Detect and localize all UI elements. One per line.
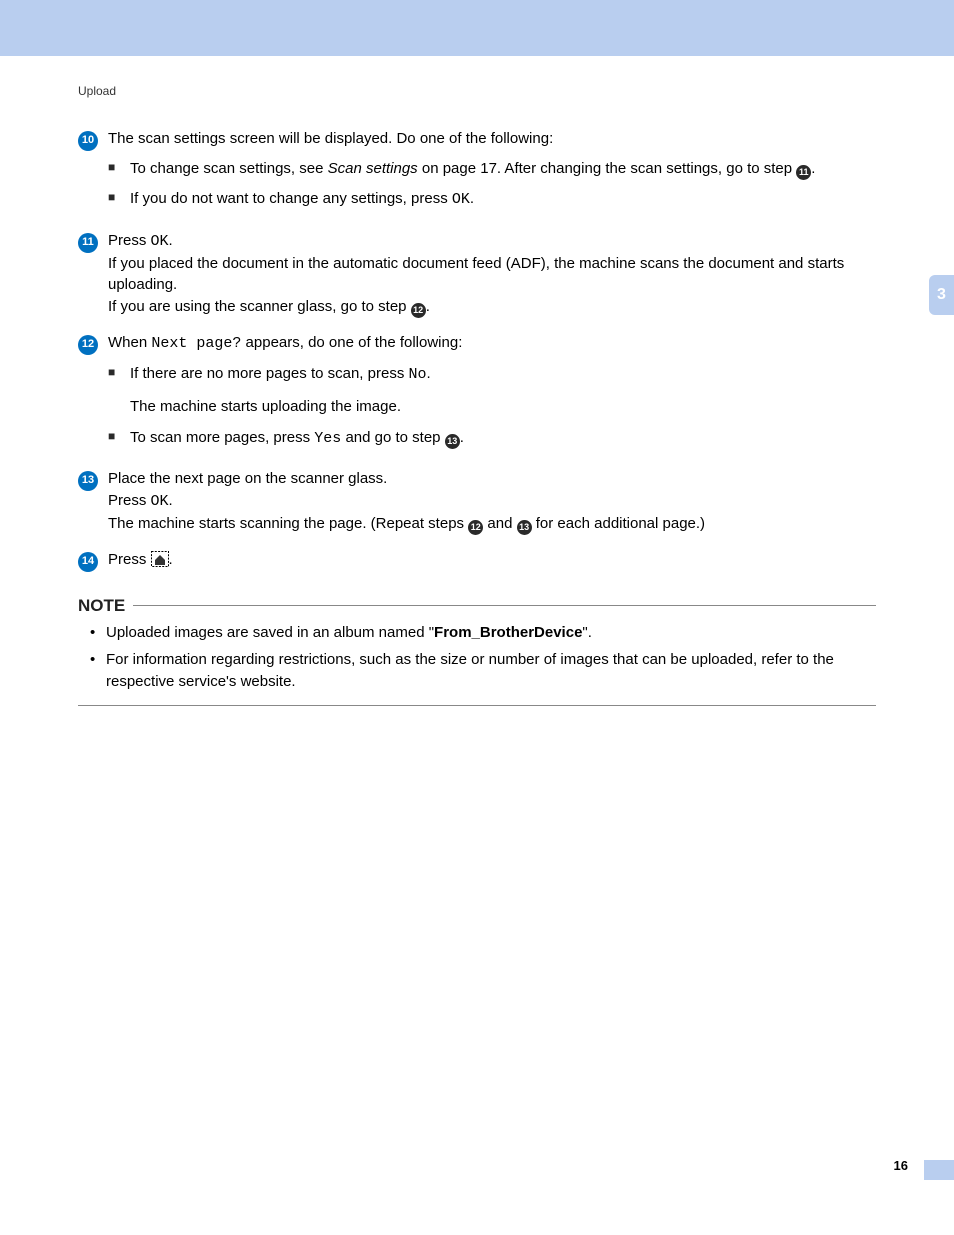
next-page-prompt: Next page? [151, 335, 241, 352]
ref-badge-13: 13 [517, 520, 532, 535]
text: . [460, 429, 464, 446]
text: Uploaded images are saved in an album na… [106, 624, 434, 641]
ok-key: OK [151, 233, 169, 250]
text: If you placed the document in the automa… [108, 255, 844, 294]
step-10-sub1: To change scan settings, see Scan settin… [108, 158, 876, 181]
text: To change scan settings, see [130, 160, 328, 177]
ref-badge-13: 13 [445, 434, 460, 449]
step-10: 10 The scan settings screen will be disp… [78, 128, 876, 216]
step-badge-12: 12 [78, 335, 98, 355]
ok-key: OK [151, 493, 169, 510]
text: . [169, 492, 173, 509]
step-10-sub2: If you do not want to change any setting… [108, 188, 876, 212]
text: and [483, 515, 516, 532]
note-rule-bottom [78, 705, 876, 706]
ref-badge-12: 12 [411, 303, 426, 318]
note-item-2: For information regarding restrictions, … [88, 649, 876, 693]
text: . [169, 551, 173, 568]
text: The machine starts uploading the image. [130, 396, 876, 419]
text: . [427, 365, 431, 382]
breadcrumb: Upload [78, 84, 876, 98]
text: . [426, 298, 430, 315]
text: Press [108, 551, 151, 568]
text: If there are no more pages to scan, pres… [130, 365, 408, 382]
text: If you are using the scanner glass, go t… [108, 298, 411, 315]
step-13: 13 Place the next page on the scanner gl… [78, 468, 876, 535]
ref-badge-11: 11 [796, 165, 811, 180]
page-accent [924, 1160, 954, 1180]
text: . [470, 190, 474, 207]
text: The machine starts scanning the page. (R… [108, 515, 468, 532]
header-bar [0, 0, 954, 56]
text: When [108, 334, 151, 351]
step-badge-11: 11 [78, 233, 98, 253]
text: ". [582, 624, 592, 641]
chapter-tab: 3 [929, 275, 954, 315]
text: on page 17. After changing the scan sett… [418, 160, 797, 177]
text: appears, do one of the following: [241, 334, 462, 351]
note-rule [133, 605, 876, 606]
step-12: 12 When Next page? appears, do one of th… [78, 332, 876, 454]
step-badge-13: 13 [78, 471, 98, 491]
text: for each additional page.) [532, 515, 705, 532]
scan-settings-link[interactable]: Scan settings [328, 160, 418, 177]
text: To scan more pages, press [130, 429, 314, 446]
text: If you do not want to change any setting… [130, 190, 452, 207]
step-10-text: The scan settings screen will be display… [108, 130, 553, 147]
text: . [811, 160, 815, 177]
no-key: No [408, 366, 426, 383]
ref-badge-12: 12 [468, 520, 483, 535]
text: and go to step [341, 429, 444, 446]
text: . [169, 232, 173, 249]
text: Press [108, 492, 151, 509]
album-name: From_BrotherDevice [434, 624, 582, 641]
note-title: NOTE [78, 596, 125, 616]
note-section: NOTE Uploaded images are saved in an alb… [78, 596, 876, 706]
text: Place the next page on the scanner glass… [108, 470, 387, 487]
step-badge-14: 14 [78, 552, 98, 572]
step-14: 14 Press . [78, 549, 876, 574]
step-12-sub2: To scan more pages, press Yes and go to … [108, 427, 876, 451]
ok-key: OK [452, 191, 470, 208]
home-icon [151, 551, 169, 574]
step-badge-10: 10 [78, 131, 98, 151]
page-number: 16 [894, 1158, 908, 1173]
note-item-1: Uploaded images are saved in an album na… [88, 622, 876, 644]
page-content: Upload 10 The scan settings screen will … [0, 56, 954, 706]
yes-key: Yes [314, 430, 341, 447]
step-12-sub1: If there are no more pages to scan, pres… [108, 363, 876, 419]
step-11: 11 Press OK. If you placed the document … [78, 230, 876, 318]
text: Press [108, 232, 151, 249]
